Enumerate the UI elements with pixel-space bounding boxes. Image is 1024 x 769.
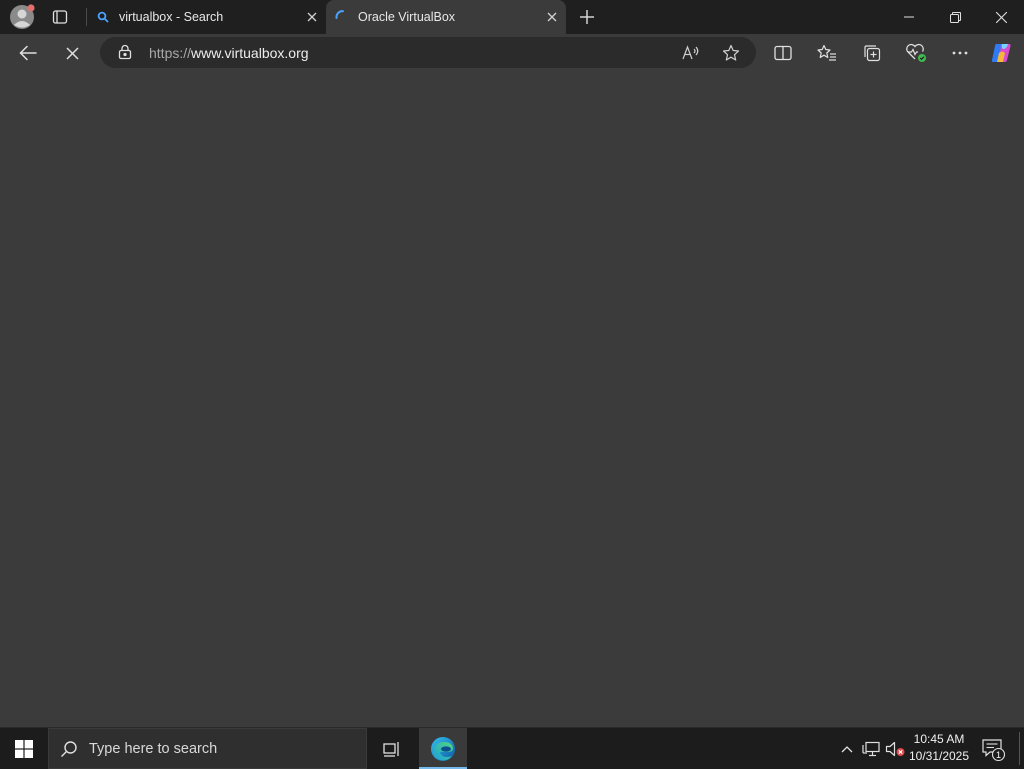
split-screen-icon[interactable]	[769, 39, 797, 67]
windows-logo-icon	[15, 739, 33, 758]
loading-spinner-icon	[334, 9, 350, 25]
browser-essentials-icon[interactable]	[902, 39, 930, 67]
address-bar[interactable]: https://www.virtualbox.org	[100, 37, 756, 68]
tab-title: virtualbox - Search	[119, 10, 224, 24]
search-icon	[60, 740, 78, 758]
start-button[interactable]	[0, 728, 48, 769]
notification-center-button[interactable]: 1	[980, 736, 1006, 762]
browser-toolbar: https://www.virtualbox.org	[0, 34, 1024, 72]
notification-count: 1	[996, 750, 1001, 760]
collections-icon[interactable]	[858, 39, 886, 67]
taskbar-search-box[interactable]: Type here to search	[48, 728, 367, 769]
tab-strip: virtualbox - Search Oracle VirtualBox	[0, 0, 1024, 34]
stop-loading-button[interactable]	[58, 39, 86, 67]
chevron-up-icon	[841, 745, 853, 752]
tab-actions-icon[interactable]	[48, 6, 72, 28]
tab-virtualbox-search[interactable]: virtualbox - Search	[86, 0, 326, 34]
minimize-button[interactable]	[886, 0, 932, 34]
url-scheme: https://	[149, 45, 192, 61]
clock-time: 10:45 AM	[913, 732, 965, 746]
favorite-star-icon[interactable]	[721, 43, 741, 63]
clock-date: 10/31/2025	[908, 749, 970, 763]
task-view-icon	[383, 741, 399, 757]
show-desktop-button[interactable]	[1019, 732, 1020, 765]
show-hidden-icons-button[interactable]	[838, 728, 856, 769]
new-tab-button[interactable]	[576, 6, 598, 28]
edge-taskbar-button[interactable]	[419, 728, 467, 769]
edge-icon	[431, 736, 455, 761]
search-placeholder: Type here to search	[89, 741, 218, 757]
network-icon[interactable]	[860, 728, 882, 769]
copilot-icon[interactable]	[988, 39, 1016, 67]
close-tab-icon[interactable]	[542, 7, 562, 27]
url-host: www.virtualbox.org	[191, 45, 309, 61]
close-tab-icon[interactable]	[302, 7, 322, 27]
search-icon	[95, 9, 111, 25]
lock-icon[interactable]	[117, 44, 133, 60]
url-text[interactable]: https://www.virtualbox.org	[149, 45, 309, 61]
windows-taskbar: Type here to search 10:45 AM 10/31/2025 …	[0, 727, 1024, 769]
tab-oracle-virtualbox[interactable]: Oracle VirtualBox	[326, 0, 566, 34]
restore-button[interactable]	[932, 0, 978, 34]
more-options-icon[interactable]	[946, 39, 974, 67]
profile-avatar-icon[interactable]	[9, 4, 35, 30]
read-aloud-icon[interactable]	[681, 43, 701, 63]
close-window-button[interactable]	[978, 0, 1024, 34]
system-clock[interactable]: 10:45 AM 10/31/2025	[903, 731, 975, 765]
page-content-area[interactable]	[0, 72, 1024, 726]
favorites-icon[interactable]	[813, 39, 841, 67]
back-button[interactable]	[14, 39, 42, 67]
notification-icon: 1	[982, 739, 1006, 762]
tab-title: Oracle VirtualBox	[358, 10, 456, 24]
task-view-button[interactable]	[374, 728, 410, 769]
